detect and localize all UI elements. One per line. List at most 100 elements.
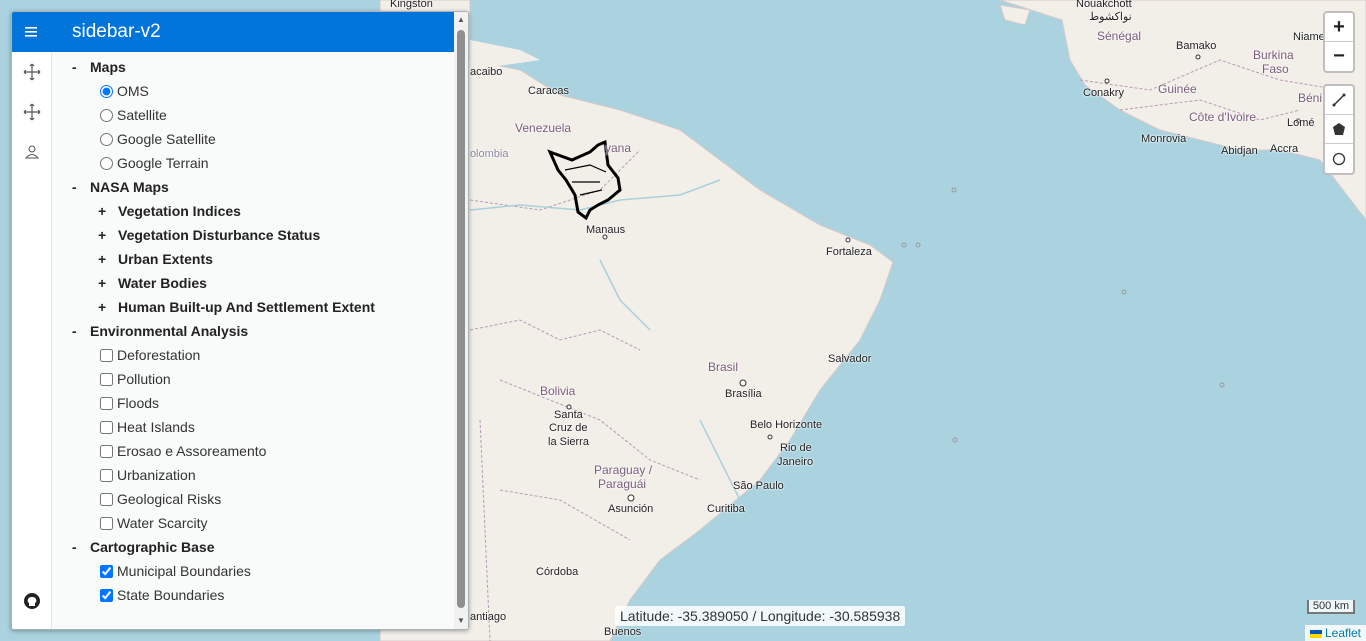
layer-checkbox[interactable] bbox=[100, 516, 113, 530]
layer-checkbox[interactable] bbox=[100, 420, 113, 434]
layer-option[interactable]: Google Terrain bbox=[72, 151, 454, 175]
move-icon bbox=[23, 103, 41, 121]
map-label: Paraguay / bbox=[594, 463, 653, 477]
subgroup-item[interactable]: + Water Bodies bbox=[72, 271, 454, 295]
layer-radio[interactable] bbox=[100, 156, 113, 170]
group-title[interactable]: - Cartographic Base bbox=[72, 535, 454, 559]
scale-bar: 500 km bbox=[1306, 600, 1355, 614]
subgroup-item[interactable]: + Urban Extents bbox=[72, 247, 454, 271]
layer-option-label: Deforestation bbox=[117, 347, 201, 363]
map-label: Venezuela bbox=[515, 121, 572, 135]
layer-option-label: State Boundaries bbox=[117, 587, 225, 603]
group-label: Maps bbox=[90, 59, 126, 75]
tab-move-2[interactable] bbox=[12, 92, 52, 132]
layer-option[interactable]: Deforestation bbox=[72, 343, 454, 367]
map-label: Fortaleza bbox=[826, 246, 872, 258]
layer-option-label: OMS bbox=[117, 83, 149, 99]
subgroup-label: Urban Extents bbox=[118, 251, 213, 267]
layer-option-label: Heat Islands bbox=[117, 419, 195, 435]
group-title[interactable]: - Environmental Analysis bbox=[72, 319, 454, 343]
layer-option[interactable]: Floods bbox=[72, 391, 454, 415]
expand-toggle[interactable]: + bbox=[98, 299, 118, 315]
layer-option[interactable]: Urbanization bbox=[72, 463, 454, 487]
group-title[interactable]: - NASA Maps bbox=[72, 175, 454, 199]
map-label: Côte d'Ivoire bbox=[1189, 110, 1256, 124]
subgroup-label: Vegetation Disturbance Status bbox=[118, 227, 321, 243]
layer-checkbox[interactable] bbox=[100, 564, 113, 578]
expand-toggle[interactable]: + bbox=[98, 227, 118, 243]
layer-tree: - Maps OMS Satellite Google Satellite Google … bbox=[52, 52, 454, 629]
map-label: acaibo bbox=[470, 66, 503, 78]
expand-toggle[interactable]: + bbox=[98, 203, 118, 219]
map-label: yana bbox=[605, 141, 632, 155]
expand-toggle[interactable]: + bbox=[98, 275, 118, 291]
draw-polygon-button[interactable] bbox=[1325, 115, 1353, 144]
map-label: نواكشوط bbox=[1089, 11, 1132, 23]
layer-checkbox[interactable] bbox=[100, 492, 113, 506]
leaflet-link[interactable]: Leaflet bbox=[1325, 626, 1361, 640]
layer-option[interactable]: Pollution bbox=[72, 367, 454, 391]
collapse-toggle[interactable]: - bbox=[72, 323, 90, 339]
scroll-thumb[interactable] bbox=[457, 30, 465, 608]
group-title[interactable]: - Maps bbox=[72, 55, 454, 79]
layer-radio[interactable] bbox=[100, 84, 113, 98]
github-icon bbox=[24, 593, 40, 609]
collapse-toggle[interactable]: - bbox=[72, 179, 90, 195]
layer-option[interactable]: Google Satellite bbox=[72, 127, 454, 151]
subgroup-item[interactable]: + Vegetation Indices bbox=[72, 199, 454, 223]
layer-checkbox[interactable] bbox=[100, 396, 113, 410]
layer-checkbox[interactable] bbox=[100, 372, 113, 386]
layer-option[interactable]: Municipal Boundaries bbox=[72, 559, 454, 583]
map-label: Accra bbox=[1270, 143, 1299, 155]
tab-menu[interactable] bbox=[12, 12, 52, 52]
layer-radio[interactable] bbox=[100, 132, 113, 146]
subgroup-item[interactable]: + Vegetation Disturbance Status bbox=[72, 223, 454, 247]
menu-icon bbox=[25, 27, 37, 37]
ukraine-flag-icon bbox=[1309, 629, 1322, 638]
layer-checkbox[interactable] bbox=[100, 348, 113, 362]
tab-user[interactable] bbox=[12, 132, 52, 172]
zoom-out-button[interactable]: − bbox=[1325, 42, 1353, 71]
draw-circle-button[interactable] bbox=[1325, 144, 1353, 173]
map-label: Córdoba bbox=[536, 566, 579, 578]
layer-checkbox[interactable] bbox=[100, 588, 113, 602]
map-label: Salvador bbox=[828, 353, 872, 365]
layer-option-label: Satellite bbox=[117, 107, 167, 123]
collapse-toggle[interactable]: - bbox=[72, 59, 90, 75]
group-label: NASA Maps bbox=[90, 179, 169, 195]
layer-option[interactable]: Erosao e Assoreamento bbox=[72, 439, 454, 463]
layer-option[interactable]: OMS bbox=[72, 79, 454, 103]
zoom-control: + − bbox=[1323, 11, 1355, 73]
map-label: Paraguái bbox=[598, 477, 647, 491]
subgroup-label: Human Built-up And Settlement Extent bbox=[118, 299, 375, 315]
map-label: Conakry bbox=[1083, 87, 1124, 99]
sidebar-header: sidebar-v2 bbox=[52, 12, 454, 52]
tab-github[interactable] bbox=[12, 581, 52, 621]
layer-option[interactable]: Heat Islands bbox=[72, 415, 454, 439]
map-label: Bolivia bbox=[540, 384, 576, 398]
zoom-in-button[interactable]: + bbox=[1325, 13, 1353, 42]
tab-move-1[interactable] bbox=[12, 52, 52, 92]
map-label: Monrovia bbox=[1141, 133, 1187, 145]
scrollbar[interactable]: ▲ ▼ bbox=[454, 12, 468, 629]
map-label: Nouakchott bbox=[1076, 0, 1132, 10]
collapse-toggle[interactable]: - bbox=[72, 539, 90, 555]
scroll-up-icon[interactable]: ▲ bbox=[456, 15, 466, 25]
expand-toggle[interactable]: + bbox=[98, 251, 118, 267]
draw-polyline-button[interactable] bbox=[1325, 86, 1353, 115]
map-label: Curitiba bbox=[707, 503, 745, 515]
layer-option[interactable]: Geological Risks bbox=[72, 487, 454, 511]
layer-option-label: Urbanization bbox=[117, 467, 196, 483]
subgroup-item[interactable]: + Human Built-up And Settlement Extent bbox=[72, 295, 454, 319]
layer-option[interactable]: Water Scarcity bbox=[72, 511, 454, 535]
map-label: Brasília bbox=[725, 388, 762, 400]
scroll-down-icon[interactable]: ▼ bbox=[456, 616, 466, 626]
user-icon bbox=[25, 145, 39, 159]
map-label: Guinée bbox=[1158, 82, 1197, 96]
layer-option[interactable]: Satellite bbox=[72, 103, 454, 127]
layer-radio[interactable] bbox=[100, 108, 113, 122]
layer-option[interactable]: State Boundaries bbox=[72, 583, 454, 607]
layer-checkbox[interactable] bbox=[100, 468, 113, 482]
layer-checkbox[interactable] bbox=[100, 444, 113, 458]
map-label: antiago bbox=[470, 611, 507, 623]
